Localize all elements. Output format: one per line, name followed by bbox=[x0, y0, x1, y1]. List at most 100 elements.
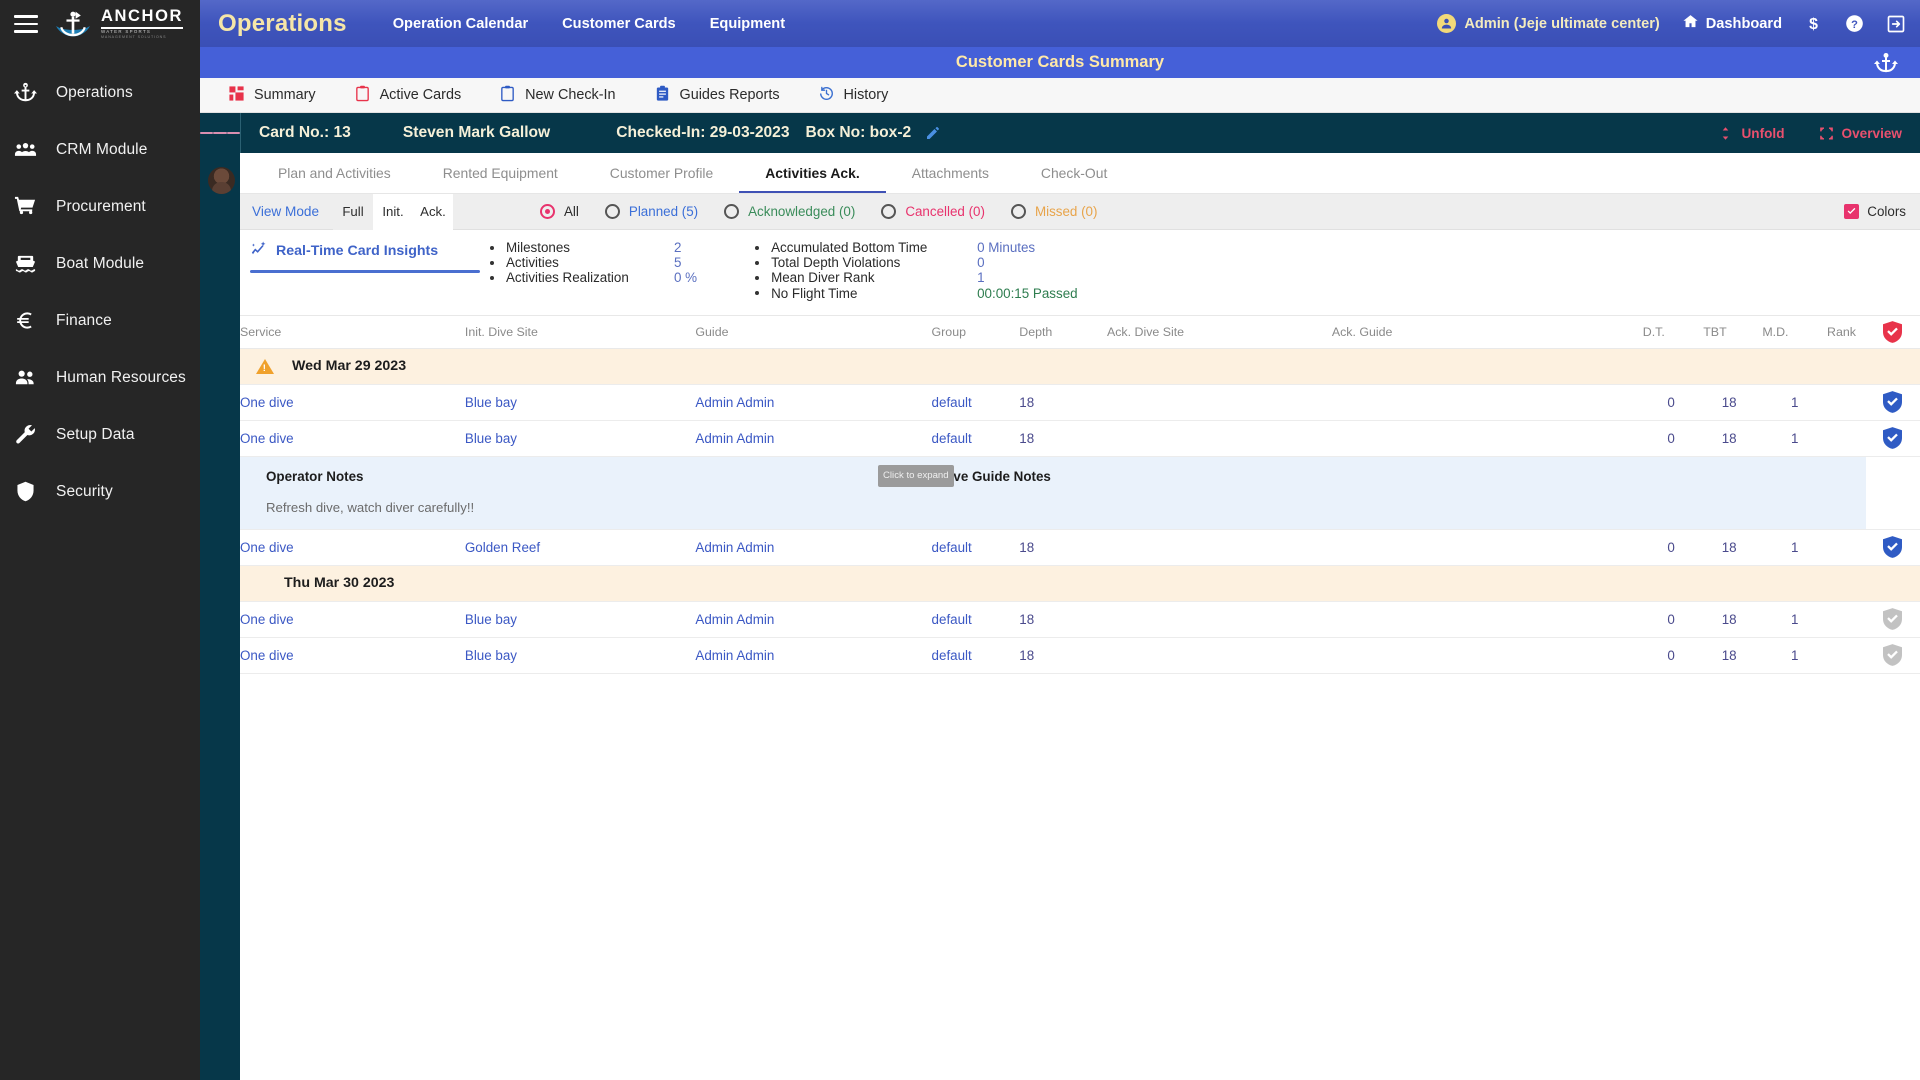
sidebar-item-procurement[interactable]: Procurement bbox=[0, 178, 200, 235]
table-row[interactable]: One dive Blue bay Admin Admin default 18… bbox=[240, 637, 1920, 674]
cell-guide[interactable]: Admin Admin bbox=[695, 612, 774, 627]
nav-link-operation-calendar[interactable]: Operation Calendar bbox=[393, 16, 528, 32]
tab-attachments[interactable]: Attachments bbox=[886, 153, 1015, 193]
cell-ack-toggle[interactable] bbox=[1865, 420, 1920, 457]
column-header-ack-guide[interactable]: Ack. Guide bbox=[1331, 316, 1585, 349]
cell-service[interactable]: One dive bbox=[240, 431, 294, 446]
cell-group[interactable]: default bbox=[932, 612, 972, 627]
cell-ack-toggle[interactable] bbox=[1865, 601, 1920, 638]
card-menu-toggle[interactable] bbox=[200, 130, 240, 137]
table-row[interactable]: One dive Blue bay Admin Admin default 18… bbox=[240, 601, 1920, 638]
user-menu[interactable]: Admin (Jeje ultimate center) bbox=[1437, 14, 1660, 33]
column-header-ack-all[interactable] bbox=[1865, 316, 1920, 349]
logout-icon[interactable] bbox=[1886, 14, 1906, 34]
cell-guide[interactable]: Admin Admin bbox=[695, 540, 774, 555]
nav-link-customer-cards[interactable]: Customer Cards bbox=[562, 16, 676, 32]
unfold-button[interactable]: Unfold bbox=[1718, 126, 1785, 141]
column-header-depth[interactable]: Depth bbox=[1019, 316, 1107, 349]
tab-guides-reports[interactable]: Guides Reports bbox=[638, 78, 796, 113]
radio-missed[interactable]: Missed (0) bbox=[1010, 204, 1098, 219]
cell-guide[interactable]: Admin Admin bbox=[695, 648, 774, 663]
warning-icon bbox=[256, 358, 274, 374]
tab-active-cards[interactable]: Active Cards bbox=[338, 78, 478, 113]
cell-depth: 18 bbox=[1019, 394, 1035, 410]
column-header-guide[interactable]: Guide bbox=[695, 316, 932, 349]
view-mode-label[interactable]: View Mode bbox=[252, 204, 319, 219]
column-header-init-dive-site[interactable]: Init. Dive Site bbox=[464, 316, 696, 349]
help-icon[interactable]: ? bbox=[1845, 14, 1864, 33]
table-row[interactable]: One dive Blue bay Admin Admin default 18… bbox=[240, 384, 1920, 421]
cell-service[interactable]: One dive bbox=[240, 648, 294, 663]
view-mode-init-button[interactable]: Init. bbox=[373, 193, 413, 230]
radio-cancelled[interactable]: Cancelled (0) bbox=[881, 204, 985, 219]
avatar[interactable] bbox=[208, 167, 235, 194]
radio-label: Missed (0) bbox=[1034, 204, 1098, 219]
view-mode-ack-button[interactable]: Ack. bbox=[413, 193, 453, 230]
insight-row: Total Depth Violations 0 bbox=[755, 255, 1078, 270]
nav-link-equipment[interactable]: Equipment bbox=[710, 16, 785, 32]
sidebar-item-finance[interactable]: Finance bbox=[0, 292, 200, 349]
tab-new-check-in[interactable]: New Check-In bbox=[483, 78, 631, 113]
sidebar-item-setup-data[interactable]: Setup Data bbox=[0, 406, 200, 463]
column-header-dt[interactable]: D.T. bbox=[1584, 316, 1675, 349]
tab-summary[interactable]: Summary bbox=[212, 78, 332, 113]
cell-depth: 18 bbox=[1019, 539, 1035, 555]
people-group-icon bbox=[10, 135, 40, 165]
dashboard-button[interactable]: Dashboard bbox=[1682, 13, 1782, 34]
shield-check-disabled-icon bbox=[1866, 644, 1920, 666]
tab-history[interactable]: History bbox=[802, 78, 905, 113]
cell-group[interactable]: default bbox=[932, 540, 972, 555]
sidebar-item-crm-module[interactable]: CRM Module bbox=[0, 121, 200, 178]
sidebar-item-boat-module[interactable]: Boat Module bbox=[0, 235, 200, 292]
cell-init-dive-site[interactable]: Blue bay bbox=[465, 395, 517, 410]
brand-logo: ANCHOR WATER SPORTS MANAGEMENT SOLUTIONS bbox=[52, 8, 184, 40]
cell-group[interactable]: default bbox=[932, 431, 972, 446]
cell-init-dive-site[interactable]: Blue bay bbox=[465, 612, 517, 627]
dollar-icon[interactable]: $ bbox=[1804, 14, 1823, 33]
cell-guide[interactable]: Admin Admin bbox=[695, 431, 774, 446]
colors-toggle[interactable]: Colors bbox=[1844, 204, 1906, 219]
cell-ack-toggle[interactable] bbox=[1865, 637, 1920, 674]
column-header-md[interactable]: M.D. bbox=[1736, 316, 1799, 349]
cell-guide[interactable]: Admin Admin bbox=[695, 395, 774, 410]
table-row[interactable]: One dive Blue bay Admin Admin default 18… bbox=[240, 420, 1920, 457]
cell-init-dive-site[interactable]: Blue bay bbox=[465, 431, 517, 446]
tab-rented-equipment[interactable]: Rented Equipment bbox=[417, 153, 584, 193]
cell-ack-toggle[interactable] bbox=[1865, 529, 1920, 566]
cell-service[interactable]: One dive bbox=[240, 395, 294, 410]
tab-plan-and-activities[interactable]: Plan and Activities bbox=[252, 153, 417, 193]
tab-label: Active Cards bbox=[379, 87, 462, 103]
column-header-service[interactable]: Service bbox=[240, 316, 465, 349]
radio-acknowledged[interactable]: Acknowledged (0) bbox=[724, 204, 855, 219]
view-mode-full-button[interactable]: Full bbox=[333, 193, 373, 230]
anchor-icon[interactable] bbox=[1874, 51, 1898, 75]
sidebar-item-human-resources[interactable]: Human Resources bbox=[0, 349, 200, 406]
sidebar-item-operations[interactable]: Operations bbox=[0, 64, 200, 121]
sidebar: ANCHOR WATER SPORTS MANAGEMENT SOLUTIONS… bbox=[0, 0, 200, 1080]
cell-ack-toggle[interactable] bbox=[1865, 384, 1920, 421]
cell-group[interactable]: default bbox=[932, 648, 972, 663]
column-header-group[interactable]: Group bbox=[931, 316, 1020, 349]
cell-rank bbox=[1798, 601, 1866, 638]
cell-init-dive-site[interactable]: Blue bay bbox=[465, 648, 517, 663]
overview-button[interactable]: Overview bbox=[1819, 126, 1902, 141]
cell-group[interactable]: default bbox=[932, 395, 972, 410]
table-row[interactable]: One dive Golden Reef Admin Admin default… bbox=[240, 529, 1920, 566]
column-header-tbt[interactable]: TBT bbox=[1674, 316, 1737, 349]
cell-service[interactable]: One dive bbox=[240, 612, 294, 627]
menu-toggle-button[interactable] bbox=[14, 15, 38, 33]
dive-guide-notes-block[interactable]: Click to expand Dive Guide Notes bbox=[878, 464, 1051, 488]
column-header-rank[interactable]: Rank bbox=[1798, 316, 1866, 349]
tab-activities-ack[interactable]: Activities Ack. bbox=[739, 153, 886, 193]
pencil-icon[interactable] bbox=[925, 125, 941, 141]
date-group-cell: Thu Mar 30 2023 bbox=[240, 565, 1920, 602]
radio-planned[interactable]: Planned (5) bbox=[604, 204, 698, 219]
cell-init-dive-site[interactable]: Golden Reef bbox=[465, 540, 540, 555]
cell-service[interactable]: One dive bbox=[240, 540, 294, 555]
sidebar-item-security[interactable]: Security bbox=[0, 463, 200, 520]
tab-customer-profile[interactable]: Customer Profile bbox=[584, 153, 739, 193]
radio-all[interactable]: All bbox=[540, 204, 579, 219]
column-header-ack-dive-site[interactable]: Ack. Dive Site bbox=[1106, 316, 1332, 349]
radio-indicator bbox=[724, 204, 740, 219]
tab-check-out[interactable]: Check-Out bbox=[1015, 153, 1133, 193]
